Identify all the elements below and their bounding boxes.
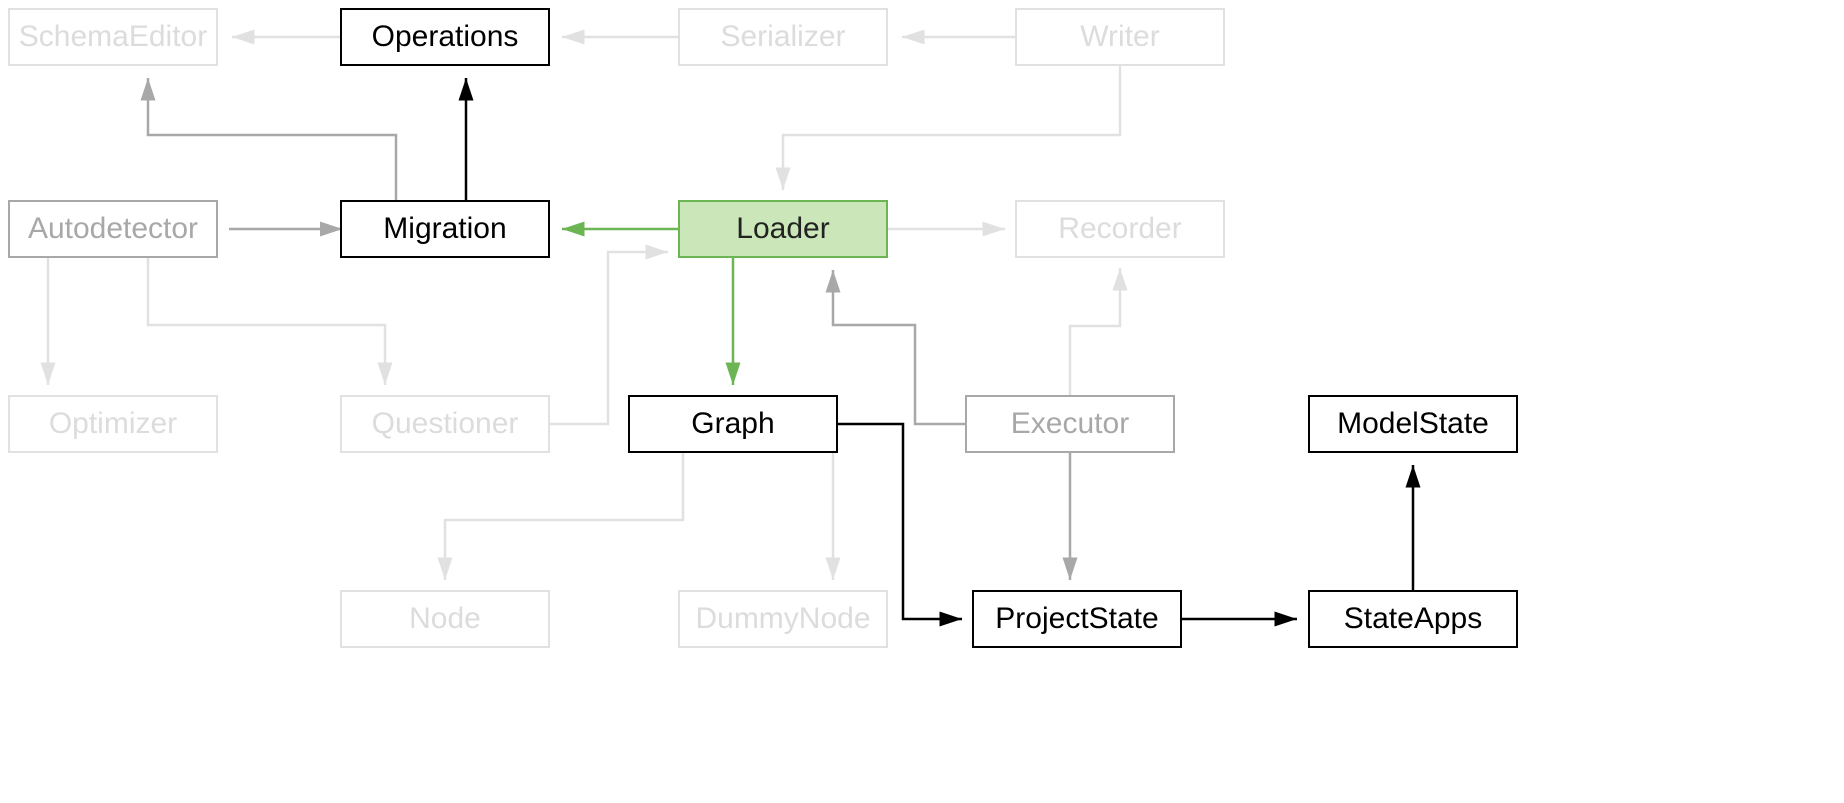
node-modelstate: ModelState (1308, 395, 1518, 453)
node-recorder: Recorder (1015, 200, 1225, 258)
node-graph: Graph (628, 395, 838, 453)
node-writer: Writer (1015, 8, 1225, 66)
edge-14 (1070, 268, 1120, 395)
node-loader: Loader (678, 200, 888, 258)
node-optimizer: Optimizer (8, 395, 218, 453)
node-operations: Operations (340, 8, 550, 66)
edge-10 (148, 258, 385, 385)
diagram-canvas: SchemaEditor Operations Serializer Writer Au… (0, 0, 1844, 803)
node-stateapps: StateApps (1308, 590, 1518, 648)
node-dummynode: DummyNode (678, 590, 888, 648)
edges-layer (0, 0, 1844, 803)
node-serializer: Serializer (678, 8, 888, 66)
node-questioner: Questioner (340, 395, 550, 453)
node-migration: Migration (340, 200, 550, 258)
edge-15 (445, 453, 683, 580)
node-projectstate: ProjectState (972, 590, 1182, 648)
edge-1 (148, 78, 396, 200)
node-autodetector: Autodetector (8, 200, 218, 258)
node-node: Node (340, 590, 550, 648)
edge-13 (833, 270, 965, 424)
node-executor: Executor (965, 395, 1175, 453)
node-schemaeditor: SchemaEditor (8, 8, 218, 66)
edge-4 (783, 66, 1120, 190)
